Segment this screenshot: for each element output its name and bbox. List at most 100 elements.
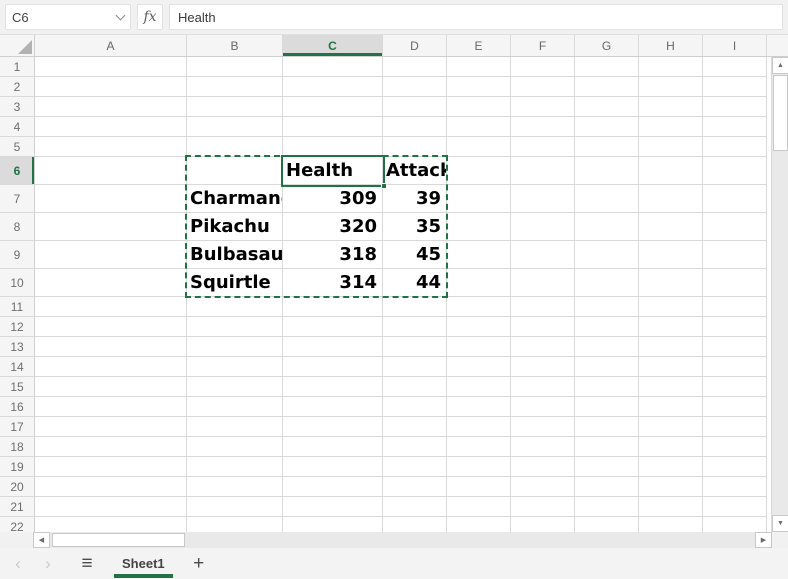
cell-I3[interactable] (703, 97, 767, 117)
cell-H6[interactable] (639, 157, 703, 185)
cell-C9[interactable]: 318 (283, 241, 383, 269)
cell-G14[interactable] (575, 357, 639, 377)
cell-H11[interactable] (639, 297, 703, 317)
row-header-4[interactable]: 4 (0, 117, 35, 137)
cell-G5[interactable] (575, 137, 639, 157)
cell-F1[interactable] (511, 57, 575, 77)
column-header-B[interactable]: B (187, 35, 283, 56)
cell-C3[interactable] (283, 97, 383, 117)
cell-C22[interactable] (283, 517, 383, 532)
cell-G6[interactable] (575, 157, 639, 185)
cell-C17[interactable] (283, 417, 383, 437)
cell-D7[interactable]: 39 (383, 185, 447, 213)
cell-E14[interactable] (447, 357, 511, 377)
cell-F11[interactable] (511, 297, 575, 317)
cell-C11[interactable] (283, 297, 383, 317)
cell-F8[interactable] (511, 213, 575, 241)
cell-I2[interactable] (703, 77, 767, 97)
cell-H15[interactable] (639, 377, 703, 397)
cell-G11[interactable] (575, 297, 639, 317)
cell-E19[interactable] (447, 457, 511, 477)
cell-I8[interactable] (703, 213, 767, 241)
cell-I12[interactable] (703, 317, 767, 337)
cell-D19[interactable] (383, 457, 447, 477)
horizontal-scrollbar-thumb[interactable] (52, 533, 185, 547)
cell-A15[interactable] (35, 377, 187, 397)
row-header-12[interactable]: 12 (0, 317, 35, 337)
cell-B20[interactable] (187, 477, 283, 497)
cell-B2[interactable] (187, 77, 283, 97)
scroll-down-button[interactable]: ▼ (772, 515, 788, 532)
cell-F2[interactable] (511, 77, 575, 97)
chevron-down-icon[interactable] (116, 10, 126, 20)
row-header-8[interactable]: 8 (0, 213, 35, 241)
cell-C2[interactable] (283, 77, 383, 97)
cell-H5[interactable] (639, 137, 703, 157)
cell-D14[interactable] (383, 357, 447, 377)
cell-F14[interactable] (511, 357, 575, 377)
row-header-9[interactable]: 9 (0, 241, 35, 269)
cell-A14[interactable] (35, 357, 187, 377)
cell-G3[interactable] (575, 97, 639, 117)
cell-G17[interactable] (575, 417, 639, 437)
cell-F15[interactable] (511, 377, 575, 397)
cell-B9[interactable]: Bulbasaur (187, 241, 283, 269)
horizontal-scrollbar[interactable]: ◀ ▶ (0, 532, 788, 548)
cell-A7[interactable] (35, 185, 187, 213)
cell-A10[interactable] (35, 269, 187, 297)
cell-E1[interactable] (447, 57, 511, 77)
cell-B16[interactable] (187, 397, 283, 417)
cell-G9[interactable] (575, 241, 639, 269)
cell-H10[interactable] (639, 269, 703, 297)
cell-E8[interactable] (447, 213, 511, 241)
cell-F12[interactable] (511, 317, 575, 337)
cell-C20[interactable] (283, 477, 383, 497)
row-header-13[interactable]: 13 (0, 337, 35, 357)
row-header-10[interactable]: 10 (0, 269, 35, 297)
cell-F7[interactable] (511, 185, 575, 213)
cell-G4[interactable] (575, 117, 639, 137)
cell-A22[interactable] (35, 517, 187, 532)
cell-D10[interactable]: 44 (383, 269, 447, 297)
row-header-2[interactable]: 2 (0, 77, 35, 97)
cell-B4[interactable] (187, 117, 283, 137)
cell-G2[interactable] (575, 77, 639, 97)
cell-H19[interactable] (639, 457, 703, 477)
cell-E7[interactable] (447, 185, 511, 213)
cell-D8[interactable]: 35 (383, 213, 447, 241)
cell-I18[interactable] (703, 437, 767, 457)
cell-G18[interactable] (575, 437, 639, 457)
cell-G1[interactable] (575, 57, 639, 77)
cell-D17[interactable] (383, 417, 447, 437)
row-header-18[interactable]: 18 (0, 437, 35, 457)
cell-I16[interactable] (703, 397, 767, 417)
cell-D22[interactable] (383, 517, 447, 532)
column-header-C[interactable]: C (283, 35, 383, 56)
formula-bar-input[interactable]: Health (169, 4, 783, 30)
row-header-14[interactable]: 14 (0, 357, 35, 377)
cell-D21[interactable] (383, 497, 447, 517)
cell-H3[interactable] (639, 97, 703, 117)
cell-E6[interactable] (447, 157, 511, 185)
cell-B6[interactable] (187, 157, 283, 185)
row-header-3[interactable]: 3 (0, 97, 35, 117)
tab-sheet1[interactable]: Sheet1 (108, 548, 179, 579)
cell-B3[interactable] (187, 97, 283, 117)
cell-E3[interactable] (447, 97, 511, 117)
cell-E15[interactable] (447, 377, 511, 397)
cell-A2[interactable] (35, 77, 187, 97)
cell-C15[interactable] (283, 377, 383, 397)
cell-B18[interactable] (187, 437, 283, 457)
cell-E22[interactable] (447, 517, 511, 532)
cell-A16[interactable] (35, 397, 187, 417)
cell-C19[interactable] (283, 457, 383, 477)
cell-B8[interactable]: Pikachu (187, 213, 283, 241)
cell-B15[interactable] (187, 377, 283, 397)
cell-B21[interactable] (187, 497, 283, 517)
cell-C14[interactable] (283, 357, 383, 377)
row-header-7[interactable]: 7 (0, 185, 35, 213)
cell-G20[interactable] (575, 477, 639, 497)
cell-H18[interactable] (639, 437, 703, 457)
cell-D9[interactable]: 45 (383, 241, 447, 269)
cell-H1[interactable] (639, 57, 703, 77)
